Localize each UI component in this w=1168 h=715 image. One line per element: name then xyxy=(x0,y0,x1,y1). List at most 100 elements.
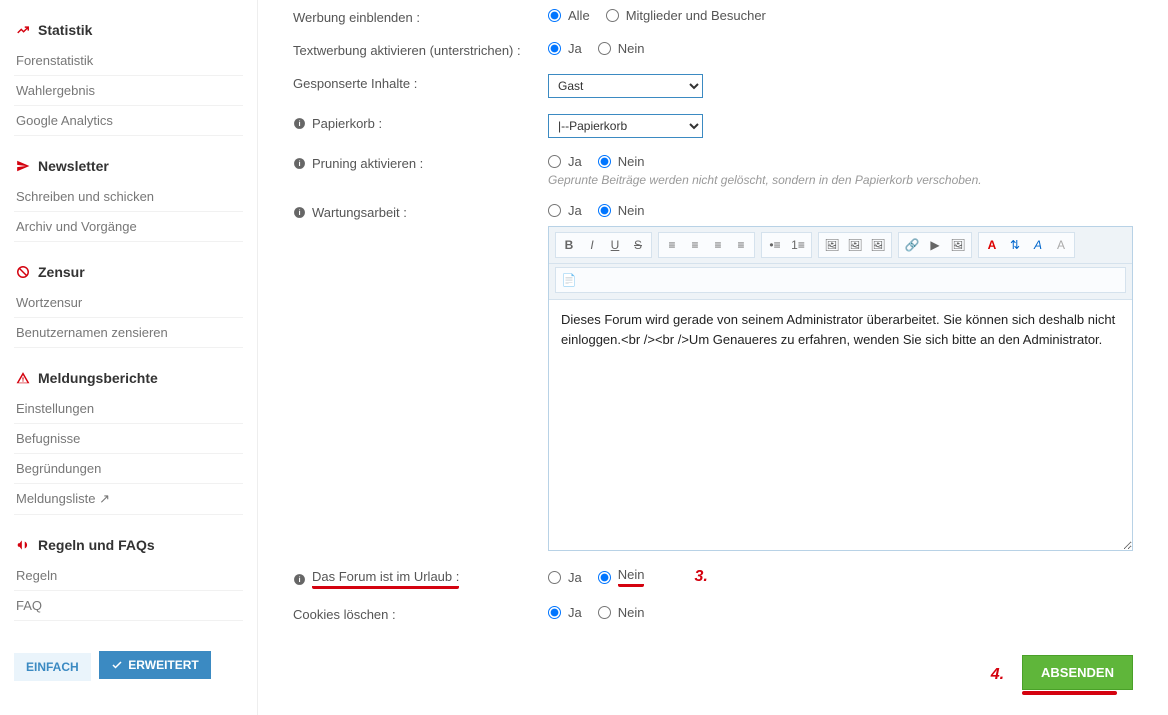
sidebar-header-statistik: Statistik xyxy=(14,18,243,46)
radio-urlaub-ja[interactable] xyxy=(548,571,561,584)
label-cookies: Cookies löschen : xyxy=(293,605,548,622)
sidebar-title: Meldungsberichte xyxy=(38,370,158,386)
info-icon[interactable]: i xyxy=(293,157,306,170)
radio-wartung-ja[interactable] xyxy=(548,204,561,217)
radio-werbung-mitglieder[interactable] xyxy=(606,9,619,22)
font-color-icon[interactable]: A xyxy=(981,235,1003,255)
horn-icon xyxy=(16,538,30,552)
radio-label[interactable]: Nein xyxy=(618,567,645,587)
image-add-icon[interactable]: 🖼 xyxy=(821,235,843,255)
sidebar-item-archiv[interactable]: Archiv und Vorgänge xyxy=(14,212,243,242)
sidebar-item-wortzensur[interactable]: Wortzensur xyxy=(14,288,243,318)
sidebar-item-google-analytics[interactable]: Google Analytics xyxy=(14,106,243,136)
font-family-icon[interactable]: A xyxy=(1027,235,1049,255)
editor-toolbar: B I U S ≡ ≡ ≡ ≡ •≡ 1≡ xyxy=(549,227,1132,264)
flash-icon[interactable]: ▶ xyxy=(924,235,946,255)
ban-icon xyxy=(16,265,30,279)
chart-icon xyxy=(16,23,30,37)
align-right-icon[interactable]: ≡ xyxy=(707,235,729,255)
sidebar-item-regeln[interactable]: Regeln xyxy=(14,561,243,591)
hint-pruning: Geprunte Beiträge werden nicht gelöscht,… xyxy=(548,173,1133,187)
mode-extended-label: ERWEITERT xyxy=(128,658,198,672)
radio-werbung-alle[interactable] xyxy=(548,9,561,22)
align-left-icon[interactable]: ≡ xyxy=(661,235,683,255)
submit-button[interactable]: ABSENDEN xyxy=(1022,655,1133,690)
sidebar-item-begruendungen[interactable]: Begründungen xyxy=(14,454,243,484)
image-edit-icon[interactable]: 🖼 xyxy=(844,235,866,255)
sidebar-item-schreiben[interactable]: Schreiben und schicken xyxy=(14,182,243,212)
sidebar-title: Zensur xyxy=(38,264,85,280)
sidebar-item-forenstatistik[interactable]: Forenstatistik xyxy=(14,46,243,76)
radio-cookies-ja[interactable] xyxy=(548,606,561,619)
mode-simple-button[interactable]: EINFACH xyxy=(14,653,91,681)
bold-icon[interactable]: B xyxy=(558,235,580,255)
radio-wartung-nein[interactable] xyxy=(598,204,611,217)
radio-urlaub-nein[interactable] xyxy=(598,571,611,584)
radio-textwerbung-ja[interactable] xyxy=(548,42,561,55)
warning-icon xyxy=(16,371,30,385)
italic-icon[interactable]: I xyxy=(581,235,603,255)
sidebar-header-newsletter: Newsletter xyxy=(14,154,243,182)
select-gesponsert[interactable]: Gast xyxy=(548,74,703,98)
list-bullet-icon[interactable]: •≡ xyxy=(764,235,786,255)
annotation-underline xyxy=(1022,691,1117,695)
main-panel: Werbung einblenden : Alle Mitglieder und… xyxy=(258,0,1168,715)
radio-label[interactable]: Nein xyxy=(618,41,645,56)
media-icon[interactable]: 🖼 xyxy=(947,235,969,255)
sidebar: Statistik Forenstatistik Wahlergebnis Go… xyxy=(0,0,258,715)
sidebar-item-einstellungen[interactable]: Einstellungen xyxy=(14,394,243,424)
sidebar-item-benutzernamen[interactable]: Benutzernamen zensieren xyxy=(14,318,243,348)
info-icon[interactable]: i xyxy=(293,117,306,130)
sidebar-item-wahlergebnis[interactable]: Wahlergebnis xyxy=(14,76,243,106)
label-wartung: i Wartungsarbeit : xyxy=(293,203,548,220)
annotation-4: 4. xyxy=(991,666,1004,684)
svg-text:i: i xyxy=(298,159,300,168)
sidebar-item-faq[interactable]: FAQ xyxy=(14,591,243,621)
info-icon[interactable]: i xyxy=(293,206,306,219)
underline-icon[interactable]: U xyxy=(604,235,626,255)
label-papierkorb: i Papierkorb : xyxy=(293,114,548,131)
align-center-icon[interactable]: ≡ xyxy=(684,235,706,255)
label-pruning: i Pruning aktivieren : xyxy=(293,154,548,171)
annotation-3: 3. xyxy=(694,568,707,586)
radio-pruning-nein[interactable] xyxy=(598,155,611,168)
svg-text:i: i xyxy=(298,208,300,217)
label-werbung: Werbung einblenden : xyxy=(293,8,548,25)
svg-text:i: i xyxy=(298,119,300,128)
align-justify-icon[interactable]: ≡ xyxy=(730,235,752,255)
image-link-icon[interactable]: 🖼 xyxy=(867,235,889,255)
radio-cookies-nein[interactable] xyxy=(598,606,611,619)
radio-label[interactable]: Ja xyxy=(568,203,582,218)
sidebar-item-meldungsliste[interactable]: Meldungsliste ↗ xyxy=(14,484,243,515)
send-icon xyxy=(16,159,30,173)
select-papierkorb[interactable]: |--Papierkorb xyxy=(548,114,703,138)
radio-label[interactable]: Alle xyxy=(568,8,590,23)
radio-label[interactable]: Ja xyxy=(568,570,582,585)
radio-label[interactable]: Mitglieder und Besucher xyxy=(626,8,766,23)
radio-pruning-ja[interactable] xyxy=(548,155,561,168)
sidebar-title: Newsletter xyxy=(38,158,109,174)
label-gesponsert: Gesponserte Inhalte : xyxy=(293,74,548,91)
info-icon[interactable]: i xyxy=(293,573,306,586)
clear-format-icon[interactable]: A xyxy=(1050,235,1072,255)
mode-extended-button[interactable]: ERWEITERT xyxy=(99,651,210,679)
sidebar-header-regeln: Regeln und FAQs xyxy=(14,533,243,561)
list-number-icon[interactable]: 1≡ xyxy=(787,235,809,255)
radio-label[interactable]: Nein xyxy=(618,203,645,218)
sidebar-title: Regeln und FAQs xyxy=(38,537,155,553)
radio-label[interactable]: Ja xyxy=(568,41,582,56)
radio-label[interactable]: Ja xyxy=(568,605,582,620)
sidebar-item-befugnisse[interactable]: Befugnisse xyxy=(14,424,243,454)
radio-label[interactable]: Nein xyxy=(618,605,645,620)
source-icon[interactable]: 📄 xyxy=(558,270,580,290)
radio-textwerbung-nein[interactable] xyxy=(598,42,611,55)
radio-label[interactable]: Nein xyxy=(618,154,645,169)
editor-textarea[interactable]: Dieses Forum wird gerade von seinem Admi… xyxy=(549,300,1132,550)
label-urlaub: i Das Forum ist im Urlaub : xyxy=(293,567,548,589)
font-size-icon[interactable]: ⇅ xyxy=(1004,235,1026,255)
strike-icon[interactable]: S xyxy=(627,235,649,255)
radio-label[interactable]: Ja xyxy=(568,154,582,169)
link-icon[interactable]: 🔗 xyxy=(901,235,923,255)
label-textwerbung: Textwerbung aktivieren (unterstrichen) : xyxy=(293,41,548,58)
sidebar-title: Statistik xyxy=(38,22,92,38)
